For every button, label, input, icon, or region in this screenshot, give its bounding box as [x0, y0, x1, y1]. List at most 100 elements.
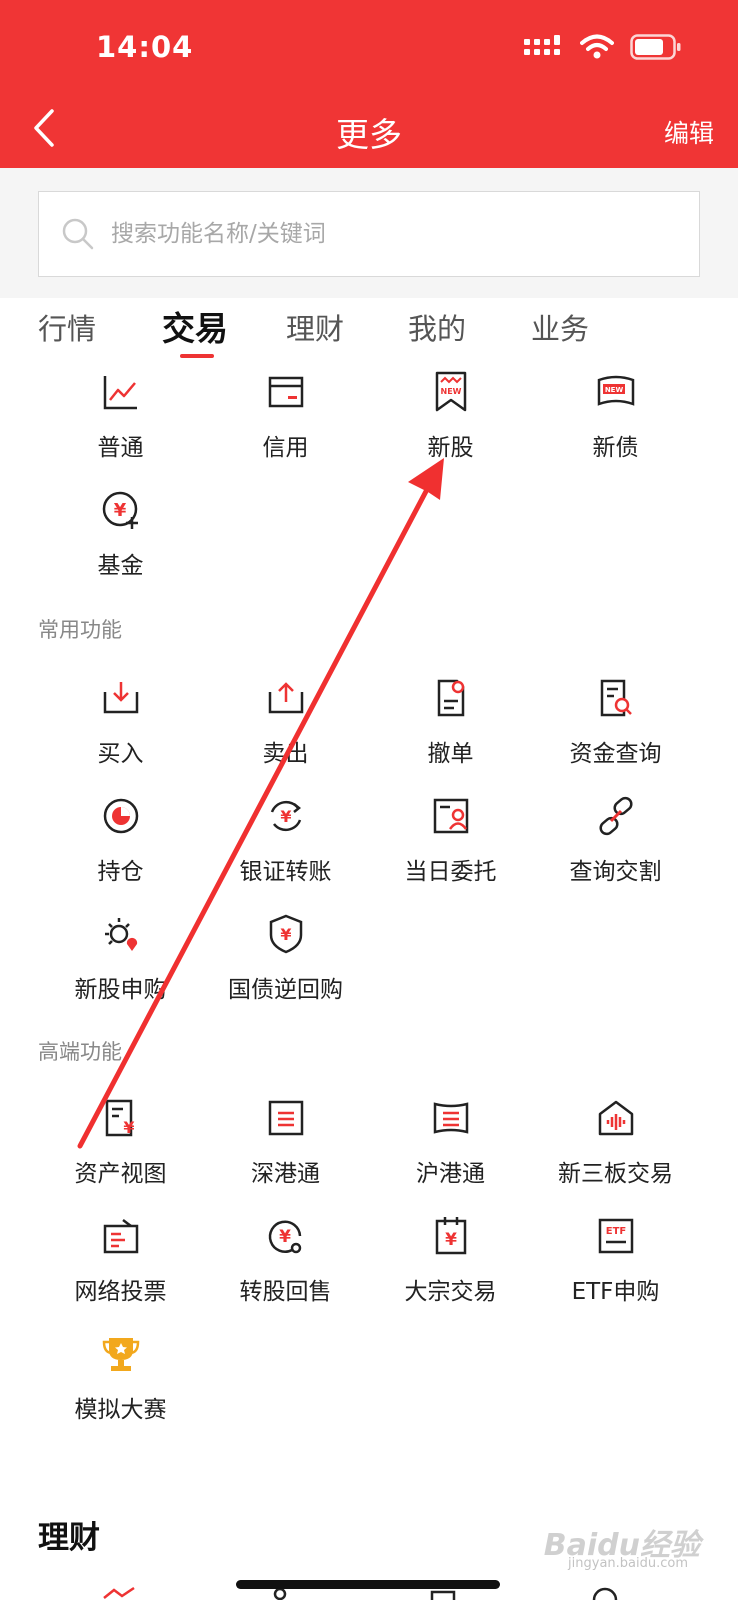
search-icon: [61, 214, 101, 254]
advanced-item-simulation-contest[interactable]: 模拟大赛: [38, 1330, 203, 1448]
common-item-reverse-repo[interactable]: ¥ 国债逆回购: [203, 910, 368, 1028]
section-finance-heading: 理财: [38, 1520, 100, 1556]
advanced-item-shanghai-hk[interactable]: 沪港通: [368, 1094, 533, 1212]
bag-icon: [430, 1590, 456, 1600]
grid-label: 基金: [97, 553, 144, 579]
online-vote-icon: [97, 1212, 145, 1260]
grid-label: 查询交割: [569, 859, 662, 885]
svg-text:NEW: NEW: [440, 387, 461, 396]
section-advanced-label: 高端功能: [38, 1040, 122, 1064]
tab-business[interactable]: 业务: [531, 306, 589, 348]
shenzhen-hk-icon: [262, 1094, 310, 1142]
transfer-icon: ¥: [262, 792, 310, 840]
advanced-item-etf[interactable]: ETF ETF申购: [533, 1212, 698, 1330]
grid-label: 转股回售: [239, 1279, 332, 1305]
battery-icon: [630, 34, 681, 60]
fund-query-icon: [592, 674, 640, 722]
ipo-subscribe-icon: [97, 910, 145, 958]
search-input[interactable]: [111, 221, 671, 247]
search-area: [0, 168, 738, 298]
tab-finance[interactable]: 理财: [286, 306, 344, 348]
common-item-today-order[interactable]: 当日委托: [368, 792, 533, 910]
advanced-item-online-vote[interactable]: 网络投票: [38, 1212, 203, 1330]
today-order-icon: [427, 792, 475, 840]
trophy-icon: [97, 1330, 145, 1378]
trade-item-new-stock[interactable]: NEW 新股: [368, 368, 533, 486]
common-item-fund-query[interactable]: 资金查询: [533, 674, 698, 792]
svg-text:¥: ¥: [279, 1227, 291, 1247]
edit-button[interactable]: 编辑: [664, 114, 714, 150]
common-item-settlement[interactable]: 查询交割: [533, 792, 698, 910]
svg-text:¥: ¥: [280, 925, 291, 944]
common-item-cancel-order[interactable]: 撤单: [368, 674, 533, 792]
svg-text:¥: ¥: [113, 500, 126, 521]
tab-trade[interactable]: 交易: [162, 302, 228, 350]
reverse-repo-icon: ¥: [262, 910, 310, 958]
grid-label: 深港通: [251, 1161, 320, 1187]
grid-label: 银证转账: [239, 859, 332, 885]
grid-label: 沪港通: [416, 1161, 485, 1187]
grid-label: ETF申购: [571, 1279, 660, 1305]
advanced-grid: ¥ 资产视图 深港通 沪港通 新三板交易 网络投票 ¥ 转股回售 ¥ 大宗交易 …: [38, 1094, 698, 1448]
svg-text:¥: ¥: [445, 1230, 457, 1250]
common-item-ipo-subscribe[interactable]: 新股申购: [38, 910, 203, 1028]
grid-label: 资产视图: [74, 1161, 167, 1187]
common-item-buy[interactable]: 买入: [38, 674, 203, 792]
trade-item-normal[interactable]: 普通: [38, 368, 203, 486]
grid-label: 信用: [262, 435, 309, 461]
section-common-label: 常用功能: [38, 618, 122, 642]
new-bond-icon: NEW: [592, 368, 640, 416]
new-stock-icon: NEW: [427, 368, 475, 416]
active-tab-indicator: [180, 354, 214, 358]
advanced-item-asset-view[interactable]: ¥ 资产视图: [38, 1094, 203, 1212]
trade-item-credit[interactable]: 信用: [203, 368, 368, 486]
common-grid: 买入 卖出 撤单 资金查询 持仓 ¥ 银证转账 当日委托 查询交割 新股申购 ¥…: [38, 674, 698, 1028]
cancel-order-icon: [427, 674, 475, 722]
grid-label: 国债逆回购: [228, 977, 343, 1003]
trade-grid: 普通 信用 NEW 新股 NEW 新债 ¥ 基金: [38, 368, 698, 604]
advanced-item-shenzhen-hk[interactable]: 深港通: [203, 1094, 368, 1212]
grid-label: 新债: [592, 435, 639, 461]
top-bar: 14:04 更多 编辑: [0, 0, 738, 168]
convert-sellback-icon: ¥: [262, 1212, 310, 1260]
card-icon: [262, 368, 310, 416]
sell-icon: [262, 674, 310, 722]
shanghai-hk-icon: [427, 1094, 475, 1142]
svg-text:¥: ¥: [123, 1118, 134, 1137]
line-chart-icon: [103, 1586, 135, 1599]
neeq-icon: [592, 1094, 640, 1142]
fund-icon: ¥: [97, 486, 145, 534]
trade-item-fund[interactable]: ¥ 基金: [38, 486, 203, 604]
grid-label: 模拟大赛: [74, 1397, 167, 1423]
category-tabs: 行情 交易 理财 我的 业务: [0, 298, 738, 368]
grid-label: 大宗交易: [404, 1279, 497, 1305]
buy-icon: [97, 674, 145, 722]
circle-icon: [592, 1587, 618, 1600]
advanced-item-neeq[interactable]: 新三板交易: [533, 1094, 698, 1212]
grid-label: 新股: [427, 435, 474, 461]
settlement-icon: [592, 792, 640, 840]
trade-item-new-bond[interactable]: NEW 新债: [533, 368, 698, 486]
common-item-sell[interactable]: 卖出: [203, 674, 368, 792]
common-item-position[interactable]: 持仓: [38, 792, 203, 910]
grid-label: 卖出: [262, 741, 309, 767]
block-trade-icon: ¥: [427, 1212, 475, 1260]
common-item-transfer[interactable]: ¥ 银证转账: [203, 792, 368, 910]
advanced-item-convert-sellback[interactable]: ¥ 转股回售: [203, 1212, 368, 1330]
advanced-item-block-trade[interactable]: ¥ 大宗交易: [368, 1212, 533, 1330]
watermark-url: jingyan.baidu.com: [568, 1556, 688, 1571]
tab-mine[interactable]: 我的: [408, 306, 466, 348]
grid-label: 普通: [97, 435, 144, 461]
tab-market[interactable]: 行情: [38, 306, 96, 348]
svg-text:ETF: ETF: [605, 1226, 625, 1237]
page-title: 更多: [336, 115, 402, 154]
search-box[interactable]: [38, 191, 700, 277]
status-icons: [524, 34, 682, 60]
home-indicator: [236, 1580, 500, 1589]
grid-label: 买入: [97, 741, 144, 767]
signal-icon: [524, 35, 560, 55]
asset-view-icon: ¥: [97, 1094, 145, 1142]
grid-label: 当日委托: [404, 859, 497, 885]
etf-icon: ETF: [592, 1212, 640, 1260]
line-chart-icon: [97, 368, 145, 416]
